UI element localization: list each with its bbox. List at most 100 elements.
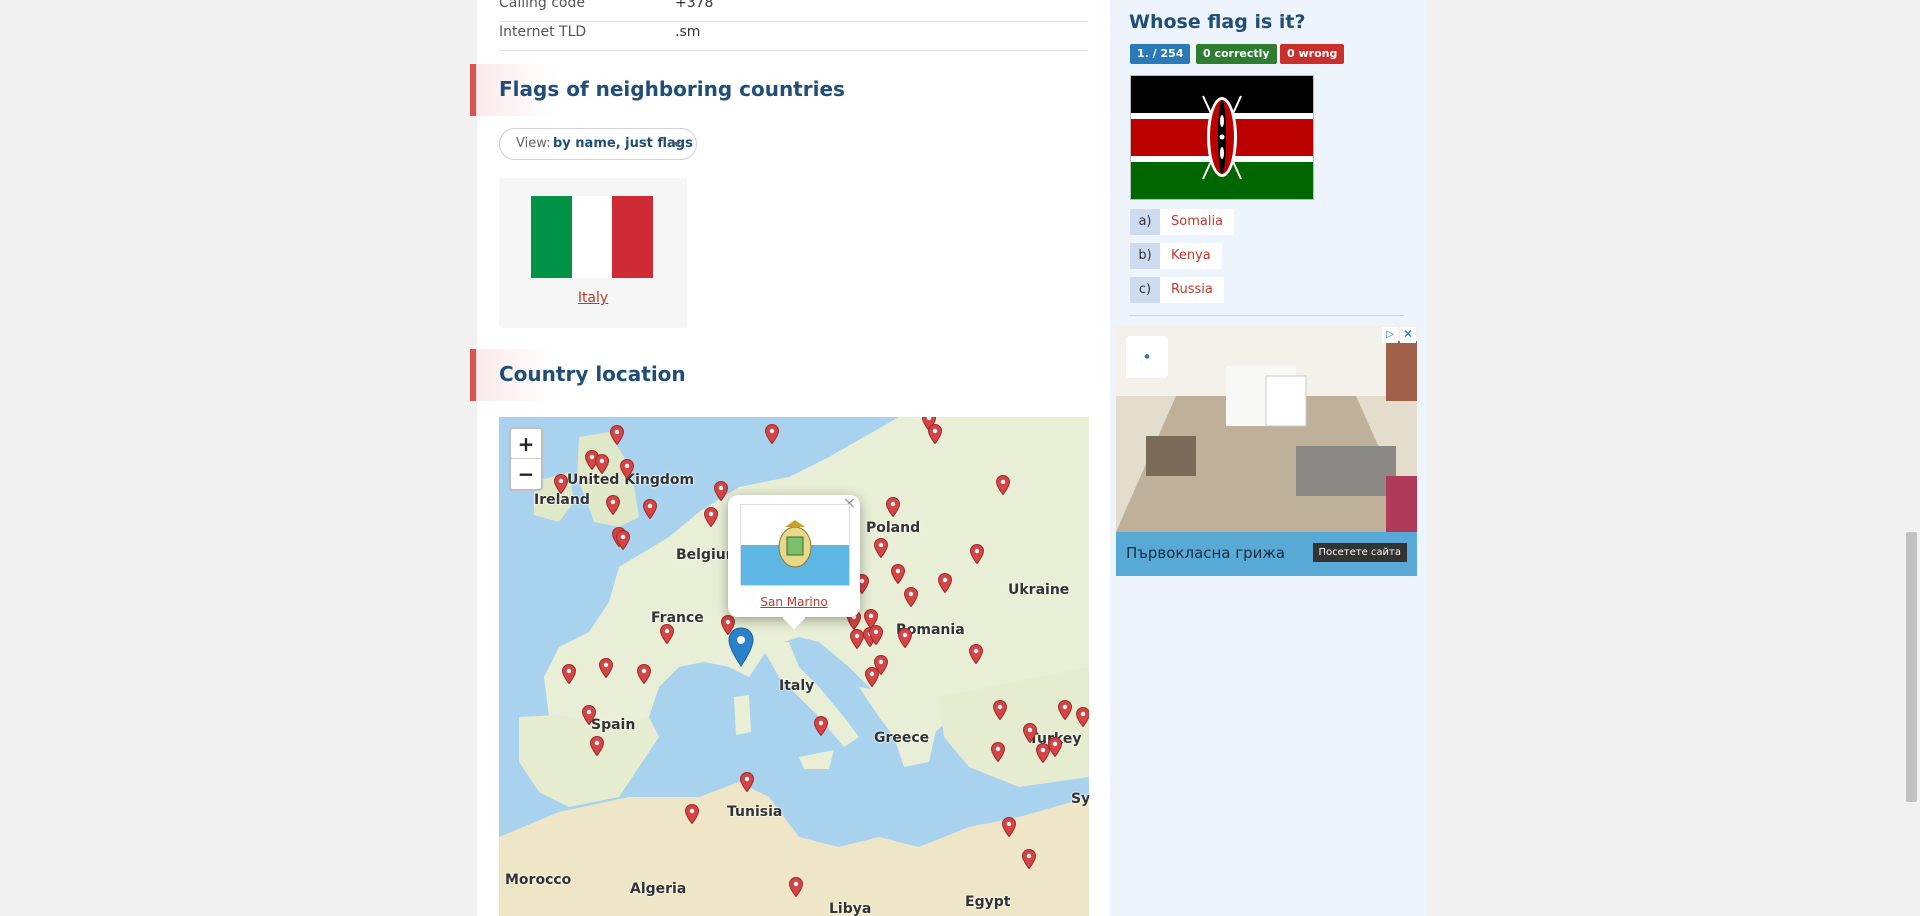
map-marker-icon[interactable] [1002, 817, 1016, 837]
scrollbar-thumb[interactable] [1906, 532, 1917, 802]
quiz-wrong-badge: 0 wrong [1280, 44, 1345, 64]
map-marker-icon[interactable] [685, 804, 699, 824]
section-title: Flags of neighboring countries [499, 77, 845, 101]
quiz-progress-badge: 1. / 254 [1130, 44, 1191, 64]
answer-letter: a) [1130, 209, 1160, 235]
map-label: Egypt [965, 894, 1011, 910]
info-key: Internet TLD [499, 24, 587, 40]
map-marker-icon[interactable] [637, 664, 651, 684]
map-marker-icon[interactable] [643, 499, 657, 519]
ad-close-icon[interactable]: ✕ [1400, 327, 1416, 343]
info-key: Calling code [499, 0, 585, 11]
answer-text[interactable]: Kenya [1160, 243, 1222, 269]
view-value: by name, just flags [553, 136, 693, 151]
map-label: Algeria [630, 881, 687, 897]
answer-text[interactable]: Russia [1160, 277, 1224, 303]
map-marker-icon[interactable] [599, 658, 613, 678]
ad-caption: Първокласна грижа [1126, 544, 1286, 562]
map-label: Tunisia [727, 804, 783, 820]
popup-country-link[interactable]: San Marino [728, 595, 860, 609]
neighbor-card-italy[interactable]: Italy [499, 178, 687, 328]
map-marker-icon[interactable] [789, 877, 803, 897]
map-marker-icon[interactable] [610, 425, 624, 445]
map-marker-icon[interactable] [714, 481, 728, 501]
info-value: .sm [675, 24, 701, 40]
map-marker-icon[interactable] [595, 454, 609, 474]
answer-letter: c) [1130, 277, 1160, 303]
san-marino-flag [740, 504, 850, 586]
map-label: Ireland [534, 492, 590, 508]
map-label: Libya [829, 901, 872, 916]
map-label: Greece [874, 730, 930, 746]
map-label: Italy [779, 678, 815, 694]
active-marker-icon[interactable] [728, 627, 754, 667]
map-marker-icon[interactable] [904, 587, 918, 607]
map-marker-icon[interactable] [1023, 723, 1037, 743]
map-marker-icon[interactable] [991, 742, 1005, 762]
map-label: Syria [1071, 791, 1089, 807]
info-row-internet-tld: Internet TLD .sm [499, 15, 1088, 51]
map-marker-icon[interactable] [562, 664, 576, 684]
map-marker-icon[interactable] [891, 564, 905, 584]
ad-footer: Първокласна грижа Посетете сайта [1116, 532, 1417, 576]
section-heading-location: Country location [470, 349, 776, 401]
neighbor-link[interactable]: Italy [499, 290, 687, 306]
map-marker-icon[interactable] [869, 625, 883, 645]
map-marker-icon[interactable] [865, 667, 879, 687]
view-label: View: [516, 136, 551, 151]
answer-text[interactable]: Somalia [1160, 209, 1235, 235]
map-label: Morocco [505, 872, 572, 888]
ad-info-icon[interactable]: ▷ [1382, 327, 1398, 343]
map-marker-icon[interactable] [928, 424, 942, 444]
map-marker-icon[interactable] [620, 459, 634, 479]
country-map[interactable]: United Kingdom Ireland Belgium Poland Fr… [499, 417, 1089, 916]
view-dropdown[interactable]: View: by name, just flags [499, 128, 697, 160]
info-value: +378 [675, 0, 714, 11]
map-marker-icon[interactable] [814, 716, 828, 736]
map-marker-icon[interactable] [1076, 707, 1089, 727]
map-marker-icon[interactable] [1036, 743, 1050, 763]
map-marker-icon[interactable] [996, 475, 1010, 495]
map-label: France [651, 610, 704, 626]
map-marker-icon[interactable] [582, 705, 596, 725]
map-marker-icon[interactable] [1058, 700, 1072, 720]
scrollbar[interactable] [1903, 0, 1920, 916]
map-marker-icon[interactable] [874, 538, 888, 558]
italy-flag[interactable] [531, 196, 654, 278]
chevron-down-icon [673, 142, 681, 147]
divider [1129, 315, 1404, 316]
map-label: Ukraine [1008, 582, 1070, 598]
map-label: Spain [591, 717, 636, 733]
map-marker-icon[interactable] [1048, 737, 1062, 757]
map-marker-icon[interactable] [970, 544, 984, 564]
map-marker-icon[interactable] [765, 424, 779, 444]
ad-logo: ● [1126, 336, 1168, 378]
zoom-out-button[interactable]: − [511, 459, 541, 489]
map-marker-icon[interactable] [969, 644, 983, 664]
ad-visit-button[interactable]: Посетете сайта [1312, 543, 1407, 562]
map-marker-icon[interactable] [1022, 849, 1036, 869]
section-title: Country location [499, 362, 686, 386]
map-marker-icon[interactable] [898, 628, 912, 648]
map-marker-icon[interactable] [850, 629, 864, 649]
quiz-title: Whose flag is it? [1129, 11, 1306, 33]
map-popup: × San Marino [728, 493, 860, 630]
quiz-correct-badge: 0 correctly [1196, 44, 1277, 64]
answer-letter: b) [1130, 243, 1160, 269]
map-marker-icon[interactable] [590, 736, 604, 756]
map-marker-icon[interactable] [993, 700, 1007, 720]
map-marker-icon[interactable] [606, 495, 620, 515]
zoom-control: + − [509, 427, 543, 491]
zoom-in-button[interactable]: + [511, 429, 541, 459]
map-label: Poland [866, 520, 921, 536]
map-marker-icon[interactable] [616, 530, 630, 550]
quiz-flag-image [1130, 75, 1314, 200]
map-marker-icon[interactable] [740, 772, 754, 792]
section-heading-neighbors: Flags of neighboring countries [470, 64, 845, 116]
map-marker-icon[interactable] [886, 497, 900, 517]
map-marker-icon[interactable] [660, 624, 674, 644]
advertisement[interactable]: ● ▷ ✕ Първокласна грижа Посетете сайта [1116, 326, 1417, 576]
map-marker-icon[interactable] [938, 573, 952, 593]
map-marker-icon[interactable] [704, 507, 718, 527]
map-marker-icon[interactable] [554, 474, 568, 494]
